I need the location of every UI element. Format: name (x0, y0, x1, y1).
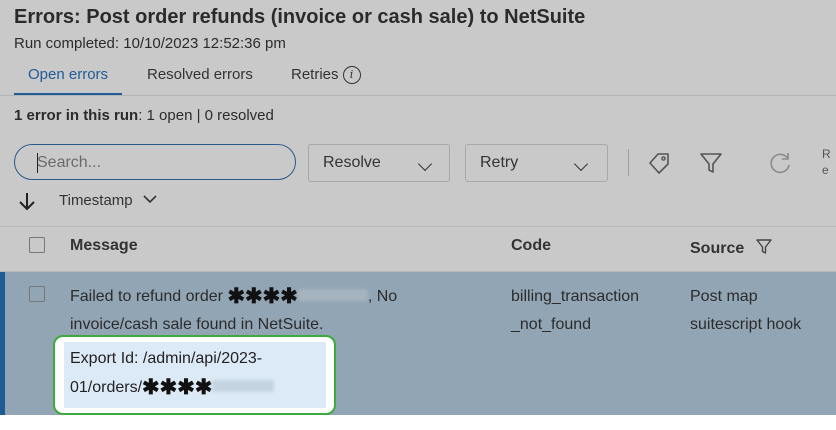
sort-field-label: Timestamp (59, 192, 157, 209)
retry-dropdown-label: Retry (480, 154, 519, 171)
resolve-dropdown-label: Resolve (323, 154, 381, 171)
tab-retries[interactable]: Retries i (291, 63, 361, 93)
export-id-highlight: Export Id: /admin/api/2023- 01/orders/✱✱… (53, 335, 336, 415)
row-checkbox[interactable] (29, 286, 45, 302)
message-cell: Failed to refund order ✱✱✱✱ , No invoice/… (70, 283, 397, 339)
page: Errors: Post order refunds (invoice or c… (0, 0, 836, 430)
chevron-down-icon (143, 195, 157, 204)
tab-resolved-errors[interactable]: Resolved errors (147, 63, 253, 93)
run-summary: 1 error in this run: 1 open | 0 resolved (14, 107, 274, 124)
column-header-message[interactable]: Message (70, 237, 138, 255)
message-suffix: , No (367, 288, 398, 305)
truncated-toolbar-label: R e (822, 147, 831, 177)
tab-divider (0, 95, 836, 96)
page-title: Errors: Post order refunds (invoice or c… (14, 6, 586, 28)
select-all-checkbox[interactable] (29, 237, 45, 253)
source-text-line2: suitescript hook (690, 316, 802, 333)
resolve-dropdown[interactable]: Resolve (308, 144, 450, 182)
code-cell: billing_transaction _not_found (511, 283, 639, 339)
export-id-line2: 01/orders/ (70, 379, 143, 396)
summary-details: : 1 open | 0 resolved (138, 107, 274, 124)
retry-dropdown[interactable]: Retry (465, 144, 608, 182)
tag-icon[interactable] (645, 149, 673, 177)
info-icon[interactable]: i (342, 66, 361, 84)
search-box[interactable] (14, 144, 296, 180)
chevron-down-icon (417, 156, 433, 172)
export-id-box: Export Id: /admin/api/2023- 01/orders/✱✱… (64, 342, 326, 408)
page-bottom (0, 415, 836, 430)
export-id-text: Export Id: /admin/api/2023- 01/orders/✱✱… (70, 344, 275, 402)
code-text: billing_transaction (511, 288, 640, 305)
tab-open-errors-label: Open errors (28, 66, 109, 83)
export-id-line1: Export Id: /admin/api/2023- (70, 350, 263, 367)
toolbar-divider (628, 149, 629, 176)
column-header-code[interactable]: Code (511, 237, 551, 255)
redacted-value (212, 380, 275, 392)
masked-export-order-id: ✱✱✱✱ (142, 376, 213, 399)
message-text: Failed to refund order (70, 288, 223, 305)
column-header-source[interactable]: Source (690, 237, 773, 258)
column-header-source-label: Source (690, 240, 745, 257)
run-completed-text: Run completed: 10/10/2023 12:52:36 pm (14, 35, 286, 52)
sort-field-text: Timestamp (59, 192, 133, 209)
redacted-value (297, 289, 368, 301)
message-text-line2: invoice/cash sale found in NetSuite. (70, 316, 324, 333)
source-cell: Post map suitescript hook (690, 283, 801, 339)
source-text: Post map (690, 288, 758, 305)
tab-retries-label: Retries (291, 66, 339, 83)
arrow-down-icon[interactable] (16, 190, 38, 212)
tab-resolved-errors-label: Resolved errors (147, 66, 253, 83)
code-text-line2: _not_found (511, 316, 592, 333)
refresh-icon[interactable] (766, 149, 794, 177)
masked-order-id: ✱✱✱✱ (227, 285, 298, 308)
filter-icon[interactable] (755, 237, 773, 255)
tab-open-errors[interactable]: Open errors (14, 63, 123, 95)
table-header: Message Code Source (0, 226, 836, 272)
summary-count: 1 error in this run (14, 107, 139, 124)
chevron-down-icon (573, 156, 589, 172)
row-selected-indicator (0, 272, 5, 415)
filter-icon[interactable] (697, 149, 725, 177)
search-input[interactable] (35, 145, 289, 180)
